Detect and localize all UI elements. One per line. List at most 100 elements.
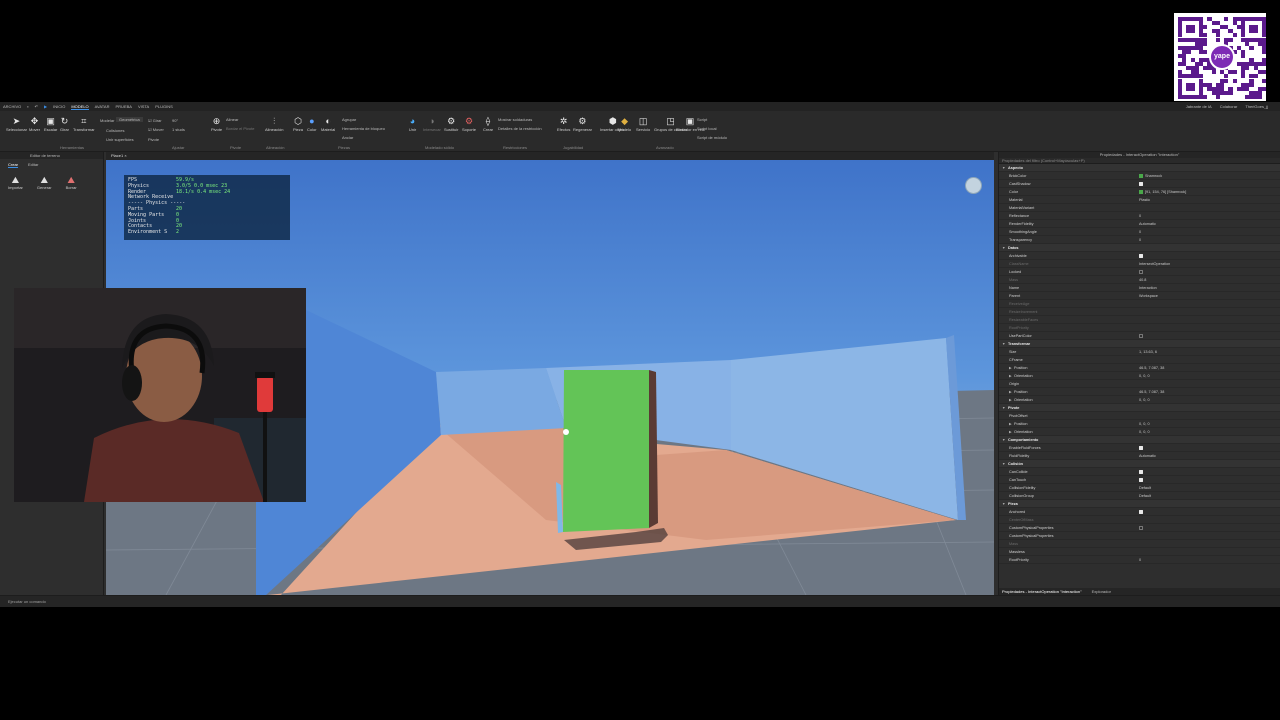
property-value[interactable]: Shamrock: [1139, 172, 1162, 180]
property-value[interactable]: Plastic: [1139, 196, 1150, 204]
property-value[interactable]: Automatic: [1139, 452, 1156, 460]
property-row[interactable]: CustomPhysicalProperties: [999, 532, 1280, 540]
chevron-down-icon[interactable]: ▼: [1002, 404, 1005, 412]
property-row[interactable]: ▶ Position 46.5, 7.087, 38: [999, 364, 1280, 372]
property-row[interactable]: ▶ Position 0, 0, 0: [999, 420, 1280, 428]
menu-tab-modelo[interactable]: MODELO: [71, 104, 89, 110]
property-row[interactable]: CFrame: [999, 356, 1280, 364]
viewport-tab[interactable]: Place1 ×: [106, 152, 994, 160]
property-row[interactable]: CollisionGroup Default: [999, 492, 1280, 500]
property-section[interactable]: ▼ Colisión: [999, 460, 1280, 468]
property-value[interactable]: 0: [1139, 228, 1141, 236]
property-row[interactable]: RootPriority 0: [999, 556, 1280, 564]
intersect-button[interactable]: ◑ Intersecar: [423, 117, 441, 133]
property-row[interactable]: RootPriority: [999, 324, 1280, 332]
save-icon[interactable]: ▪: [27, 104, 28, 109]
property-row[interactable]: Reflectance 0: [999, 212, 1280, 220]
property-row[interactable]: CenterOfMass: [999, 516, 1280, 524]
property-checkbox[interactable]: [1139, 182, 1143, 186]
property-value[interactable]: Default: [1139, 484, 1151, 492]
pivot-align-option[interactable]: Alinear: [226, 117, 238, 122]
service-button[interactable]: ◫ Servicio: [636, 117, 650, 133]
pivot-edit-option[interactable]: Bordar el Pivote: [226, 126, 254, 131]
chevron-right-icon[interactable]: ▶: [1009, 372, 1012, 380]
property-section[interactable]: ▼ Aspecto: [999, 164, 1280, 172]
property-row[interactable]: CanTouch: [999, 476, 1280, 484]
rotate-tool-button[interactable]: ↻ Girar: [60, 117, 69, 133]
property-value[interactable]: Default: [1139, 492, 1151, 500]
property-value[interactable]: 46.5, 7.087, 38: [1139, 364, 1164, 372]
property-checkbox[interactable]: [1139, 510, 1143, 514]
model-button[interactable]: ◆ Modelo: [618, 117, 631, 133]
tab-editar[interactable]: Editar: [28, 162, 38, 168]
property-row[interactable]: Name Interaction: [999, 284, 1280, 292]
property-value[interactable]: Automatic: [1139, 220, 1156, 228]
move-snap-value[interactable]: 1 studs: [172, 127, 185, 132]
part-button[interactable]: ⬡ Pieza: [293, 117, 303, 133]
property-value[interactable]: IntersectOperation: [1139, 260, 1170, 268]
regenerate-button[interactable]: ⚙ Regenerar: [573, 117, 592, 133]
menu-tab-prueba[interactable]: PRUEBA: [116, 104, 132, 109]
property-row[interactable]: RenderFidelity Automatic: [999, 220, 1280, 228]
property-value[interactable]: Interaction: [1139, 284, 1157, 292]
chevron-right-icon[interactable]: ▶: [1009, 388, 1012, 396]
chevron-down-icon[interactable]: ▼: [1002, 436, 1005, 444]
property-row[interactable]: PivotOffset: [999, 412, 1280, 420]
union-button[interactable]: ◕ Unir: [408, 117, 417, 133]
property-value[interactable]: 0: [1139, 212, 1141, 220]
chevron-right-icon[interactable]: ▶: [1009, 396, 1012, 404]
tab-crear[interactable]: Crear: [8, 162, 19, 168]
property-row[interactable]: Mass 40.8: [999, 276, 1280, 284]
rotate-snap-value[interactable]: 90°: [172, 118, 178, 123]
substitute-button[interactable]: ⚙ Sustituir: [444, 117, 458, 133]
property-row[interactable]: CastShadow: [999, 180, 1280, 188]
rotate-snap-checkbox[interactable]: ☑ Girar: [148, 118, 162, 123]
lock-tool-option[interactable]: Herramienta de bloqueo: [342, 126, 385, 131]
property-section[interactable]: ▼ Transformar: [999, 340, 1280, 348]
property-section[interactable]: ▼ Datos: [999, 244, 1280, 252]
chevron-right-icon[interactable]: ▶: [1009, 420, 1012, 428]
property-row[interactable]: MaterialVariant: [999, 204, 1280, 212]
property-checkbox[interactable]: [1139, 470, 1143, 474]
script-option[interactable]: Script: [697, 117, 707, 122]
property-checkbox[interactable]: [1139, 254, 1143, 258]
property-row[interactable]: Locked: [999, 268, 1280, 276]
property-row[interactable]: Parent Workspace: [999, 292, 1280, 300]
material-button[interactable]: ◐ Material: [321, 117, 335, 133]
property-value[interactable]: 0, 0, 0: [1139, 372, 1150, 380]
property-checkbox[interactable]: [1139, 526, 1143, 530]
property-row[interactable]: SmoothingAngle 0: [999, 228, 1280, 236]
property-value[interactable]: 1, 13.63, 6: [1139, 348, 1157, 356]
tab-explorer[interactable]: Explorador: [1092, 588, 1111, 595]
join-surfaces-toggle[interactable]: Unir superficies: [106, 137, 134, 142]
property-section[interactable]: ▼ Pivote: [999, 404, 1280, 412]
property-checkbox[interactable]: [1139, 478, 1143, 482]
property-row[interactable]: ▶ Orientation 0, 0, 0: [999, 428, 1280, 436]
module-script-option[interactable]: Script de módulo: [697, 135, 727, 140]
chevron-right-icon[interactable]: ▶: [1009, 428, 1012, 436]
property-row[interactable]: CanCollide: [999, 468, 1280, 476]
menu-tab-inicio[interactable]: INICIO: [53, 104, 65, 109]
property-value[interactable]: 0, 0, 0: [1139, 396, 1150, 404]
menu-tab-plugins[interactable]: PLUGINS: [155, 104, 173, 109]
menu-tab-vista[interactable]: VISTA: [138, 104, 149, 109]
property-row[interactable]: Archivable: [999, 252, 1280, 260]
property-row[interactable]: Size 1, 13.63, 6: [999, 348, 1280, 356]
move-tool-button[interactable]: ✥ Mover: [29, 117, 40, 133]
clear-terrain-button[interactable]: ⛰ Borrar: [66, 175, 77, 190]
property-value[interactable]: 0, 0, 0: [1139, 420, 1150, 428]
property-row[interactable]: ClassName IntersectOperation: [999, 260, 1280, 268]
ai-assistant-button[interactable]: Jabrante de IA: [1186, 104, 1212, 109]
pivot-label[interactable]: Pivote: [148, 137, 159, 142]
property-section[interactable]: ▼ Pieza: [999, 500, 1280, 508]
generate-terrain-button[interactable]: ⛰ Generar: [37, 175, 52, 190]
chevron-down-icon[interactable]: ▼: [1002, 340, 1005, 348]
chevron-down-icon[interactable]: ▼: [1002, 460, 1005, 468]
property-value[interactable]: 46.5, 7.087, 38: [1139, 388, 1164, 396]
property-value[interactable]: 0: [1139, 556, 1141, 564]
move-snap-checkbox[interactable]: ☑ Mover: [148, 127, 164, 132]
property-checkbox[interactable]: [1139, 270, 1143, 274]
collisions-toggle[interactable]: Colisiones: [106, 128, 124, 133]
property-row[interactable]: ▶ Position 46.5, 7.087, 38: [999, 388, 1280, 396]
property-row[interactable]: Massless: [999, 548, 1280, 556]
